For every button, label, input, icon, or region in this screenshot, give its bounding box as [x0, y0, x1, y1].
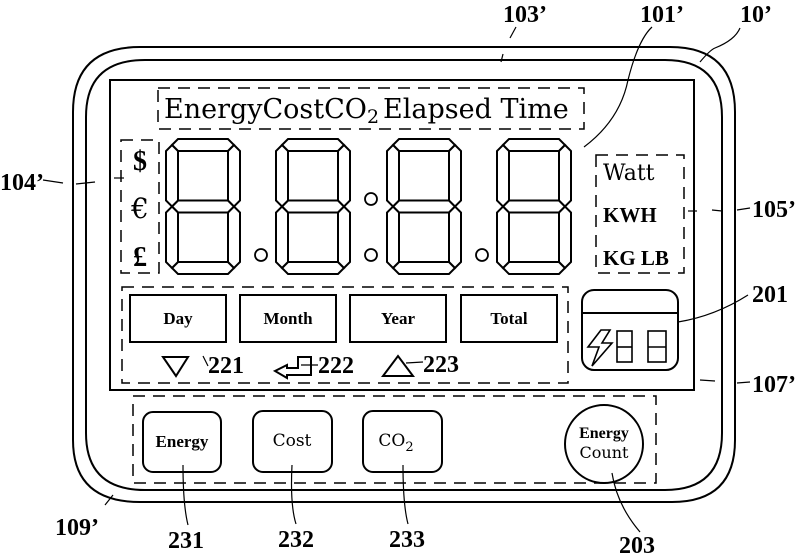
title-text: EnergyCostCO2 Elapsed Time	[164, 94, 569, 128]
ref-109: 109’	[55, 515, 99, 541]
ref-103: 103’	[503, 2, 547, 28]
seg-lower-left	[165, 205, 179, 270]
seg-middle	[280, 199, 346, 214]
seg-top	[391, 138, 457, 152]
period-button-label: Day	[163, 309, 193, 328]
svg-text:Cost: Cost	[273, 431, 312, 451]
decimal-point-1	[254, 248, 268, 262]
period-button-label: Year	[381, 309, 415, 328]
seg-lower-right	[227, 205, 241, 270]
svg-text:Count: Count	[580, 443, 629, 462]
seg-bottom	[501, 261, 567, 275]
currency-dollar: $	[133, 146, 147, 177]
digit-4	[496, 138, 572, 275]
ref-104: 104’	[0, 170, 44, 196]
digit-1	[165, 138, 241, 275]
co2-button[interactable]: CO2	[362, 410, 443, 473]
seg-upper-left	[275, 143, 289, 208]
ref-233: 233	[389, 527, 425, 553]
ref-101: 101’	[640, 2, 684, 28]
seg-middle	[391, 199, 457, 214]
seven-segment-display	[165, 138, 572, 275]
seg-lower-left	[275, 205, 289, 270]
unit-watt: Watt	[603, 161, 655, 186]
seg-middle	[170, 199, 236, 214]
currency-pound: £	[133, 242, 147, 273]
seg-lower-right	[448, 205, 462, 270]
colon-dot-bottom	[364, 248, 378, 262]
ref-232: 232	[278, 527, 314, 553]
ref-201: 201	[752, 282, 788, 308]
seg-lower-left	[496, 205, 510, 270]
period-button-total[interactable]: Total	[460, 294, 558, 343]
period-button-month[interactable]: Month	[239, 294, 337, 343]
svg-text:CO2: CO2	[378, 431, 413, 455]
ref-221: 221	[208, 353, 244, 379]
period-button-label: Total	[490, 309, 527, 328]
seg-upper-left	[386, 143, 400, 208]
lightning-bolt-icon	[586, 329, 614, 367]
seg-lower-right	[337, 205, 351, 270]
up-triangle-icon[interactable]	[381, 354, 415, 377]
enter-arrow-icon[interactable]	[272, 356, 312, 380]
seg-upper-right	[337, 143, 351, 208]
seg-upper-left	[165, 143, 179, 208]
seg-lower-left	[386, 205, 400, 270]
seg-top	[280, 138, 346, 152]
seg-upper-right	[448, 143, 462, 208]
ref-107: 107’	[752, 372, 796, 398]
energy-button[interactable]: Energy	[142, 411, 222, 473]
cost-button[interactable]: Cost	[252, 410, 333, 473]
seg-top	[170, 138, 236, 152]
colon-dot-top	[364, 192, 378, 206]
decimal-point-2	[475, 248, 489, 262]
seg-lower-right	[558, 205, 572, 270]
ref-203: 203	[619, 533, 655, 557]
seg-bottom	[170, 261, 236, 275]
seg-top	[501, 138, 567, 152]
ref-222: 222	[318, 353, 354, 379]
period-button-day[interactable]: Day	[129, 294, 227, 343]
mini-display	[581, 289, 679, 371]
seg-middle	[501, 199, 567, 214]
seg-bottom	[391, 261, 457, 275]
ref-223: 223	[423, 352, 459, 378]
unit-kwh: KWH	[603, 203, 657, 227]
energy-count-button[interactable]: Energy Count	[564, 404, 644, 484]
currency-euro: €	[130, 192, 149, 225]
ref-105: 105’	[752, 197, 796, 223]
seg-bottom	[280, 261, 346, 275]
energy-meter-diagram: EnergyCostCO2 Elapsed Time $ € £ Watt KWH…	[0, 2, 796, 557]
ref-231: 231	[168, 528, 204, 554]
seg-upper-right	[558, 143, 572, 208]
digit-2	[275, 138, 351, 275]
period-button-year[interactable]: Year	[349, 294, 447, 343]
seg-upper-right	[227, 143, 241, 208]
down-triangle-icon[interactable]	[161, 356, 190, 378]
period-button-label: Month	[263, 309, 313, 328]
svg-text:Energy: Energy	[579, 425, 629, 442]
svg-text:Energy: Energy	[156, 432, 209, 451]
ref-10: 10’	[740, 2, 772, 28]
unit-kg-lb: KG LB	[603, 246, 669, 270]
digit-3	[386, 138, 462, 275]
seg-upper-left	[496, 143, 510, 208]
